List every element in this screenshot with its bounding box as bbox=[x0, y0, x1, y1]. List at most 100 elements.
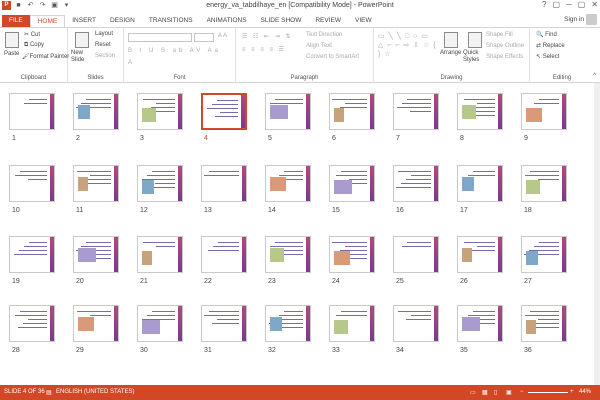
slide-text-line bbox=[282, 327, 303, 328]
font-size-input[interactable] bbox=[194, 33, 214, 42]
slide-thumbnail[interactable] bbox=[329, 93, 375, 130]
help-button[interactable]: ? bbox=[542, 0, 546, 9]
slide-thumbnail[interactable] bbox=[521, 305, 567, 342]
tab-transitions[interactable]: TRANSITIONS bbox=[142, 15, 200, 27]
shape-outline-button[interactable]: Shape Outline bbox=[486, 43, 524, 49]
tab-view[interactable]: VIEW bbox=[348, 15, 379, 27]
slide-thumbnail[interactable] bbox=[9, 305, 55, 342]
tab-review[interactable]: REVIEW bbox=[308, 15, 348, 27]
slide-thumbnail[interactable] bbox=[265, 93, 311, 130]
maximize-button[interactable]: ▢ bbox=[578, 0, 586, 9]
slide-thumbnail[interactable] bbox=[329, 236, 375, 273]
slide-thumbnail[interactable] bbox=[457, 165, 503, 202]
arrange-button[interactable]: Arrange bbox=[440, 50, 461, 56]
slide-thumbnail[interactable] bbox=[137, 93, 183, 130]
layout-button[interactable]: Layout bbox=[95, 31, 113, 37]
zoom-out-icon[interactable]: − bbox=[520, 389, 524, 395]
slide-thumbnail[interactable] bbox=[521, 236, 567, 273]
vertical-scrollbar[interactable] bbox=[594, 83, 600, 385]
slide-thumbnail[interactable] bbox=[265, 236, 311, 273]
quick-styles-icon[interactable] bbox=[468, 32, 482, 48]
slide-thumbnail[interactable] bbox=[73, 305, 119, 342]
copy-button[interactable]: ⧉ Copy bbox=[24, 42, 44, 49]
slide-thumbnail[interactable] bbox=[73, 165, 119, 202]
slide-number: 30 bbox=[140, 347, 148, 354]
slide-thumbnail[interactable] bbox=[521, 93, 567, 130]
close-button[interactable]: ✕ bbox=[591, 0, 598, 9]
avatar[interactable] bbox=[586, 14, 597, 25]
slide-thumbnail[interactable] bbox=[201, 93, 247, 130]
view-slideshow-icon[interactable]: ▣ bbox=[506, 389, 512, 396]
slide-thumbnail[interactable] bbox=[265, 165, 311, 202]
slide-thumbnail[interactable] bbox=[393, 305, 439, 342]
find-button[interactable]: 🔍 Find bbox=[536, 31, 557, 38]
sign-in-link[interactable]: Sign in bbox=[564, 16, 584, 23]
slide-thumbnail[interactable] bbox=[393, 165, 439, 202]
slide-thumbnail[interactable] bbox=[393, 93, 439, 130]
tab-animations[interactable]: ANIMATIONS bbox=[200, 15, 254, 27]
font-color-icon[interactable]: A bbox=[128, 60, 132, 66]
slide-thumbnail[interactable] bbox=[457, 236, 503, 273]
zoom-in-icon[interactable]: + bbox=[570, 389, 574, 395]
list-buttons[interactable]: ☰ ☷ ⇤ ⇥ ⇅ bbox=[242, 33, 293, 40]
slide-thumbnail[interactable] bbox=[265, 305, 311, 342]
minimize-button[interactable]: ─ bbox=[566, 0, 572, 9]
slide-thumbnail[interactable] bbox=[457, 93, 503, 130]
select-button[interactable]: ↖ Select bbox=[536, 53, 559, 60]
slide-thumbnail[interactable] bbox=[137, 305, 183, 342]
slide-thumbnail[interactable] bbox=[137, 165, 183, 202]
slide-thumbnail[interactable] bbox=[137, 236, 183, 273]
align-text-button[interactable]: Align Text bbox=[306, 43, 332, 49]
quick-styles-button[interactable]: Quick Styles bbox=[463, 50, 485, 64]
slide-thumbnail[interactable] bbox=[9, 93, 55, 130]
arrange-icon[interactable] bbox=[444, 32, 458, 48]
shapes-gallery[interactable]: ▭ ╲ ╲ □ ○ ▭ △ ⌐ ⌐ ⇨ ⇩ ☆ { } ☆ bbox=[378, 32, 438, 59]
zoom-level[interactable]: 44% bbox=[579, 389, 591, 395]
new-slide-icon[interactable] bbox=[75, 32, 89, 48]
view-normal-icon[interactable]: ▭ bbox=[470, 389, 476, 396]
section-button[interactable]: Section bbox=[95, 53, 115, 59]
slide-thumbnail[interactable] bbox=[9, 165, 55, 202]
reset-button[interactable]: Reset bbox=[95, 42, 111, 48]
cut-button[interactable]: ✂ Cut bbox=[24, 31, 40, 38]
align-buttons[interactable]: ≡ ≡ ≡ ≡ ☰ bbox=[242, 46, 286, 53]
slide-text-line bbox=[14, 254, 47, 255]
tab-insert[interactable]: INSERT bbox=[65, 15, 103, 27]
slide-thumbnail[interactable] bbox=[201, 165, 247, 202]
slide-thumbnail[interactable] bbox=[521, 165, 567, 202]
slide-text-line bbox=[28, 319, 47, 320]
slide-thumbnail[interactable] bbox=[9, 236, 55, 273]
font-style-buttons[interactable]: B I U S ab AV Aa bbox=[128, 48, 221, 54]
slide-thumbnail[interactable] bbox=[393, 236, 439, 273]
view-sorter-icon[interactable]: ▦ bbox=[482, 389, 488, 396]
slide-thumbnail[interactable] bbox=[201, 305, 247, 342]
text-direction-button[interactable]: Text Direction bbox=[306, 32, 342, 38]
tab-home[interactable]: HOME bbox=[29, 15, 66, 27]
new-slide-button[interactable]: New Slide bbox=[71, 50, 95, 64]
format-painter-button[interactable]: 🖌Format Painter bbox=[22, 53, 69, 60]
slide-thumbnail[interactable] bbox=[329, 165, 375, 202]
shape-fill-button[interactable]: Shape Fill bbox=[486, 32, 513, 38]
zoom-slider[interactable] bbox=[528, 392, 568, 393]
convert-smartart-button[interactable]: Convert to SmartArt bbox=[306, 54, 359, 60]
grow-font-icon[interactable]: A A bbox=[218, 33, 227, 39]
font-name-input[interactable] bbox=[128, 33, 192, 42]
tab-slide-show[interactable]: SLIDE SHOW bbox=[254, 15, 309, 27]
slide-thumbnail[interactable] bbox=[201, 236, 247, 273]
spelling-icon[interactable]: ▤ bbox=[46, 389, 52, 396]
tab-file[interactable]: FILE bbox=[2, 15, 30, 27]
ribbon-display-button[interactable]: ▢ bbox=[553, 0, 561, 9]
language-indicator[interactable]: ENGLISH (UNITED STATES) bbox=[56, 389, 134, 395]
view-reading-icon[interactable]: ▯ bbox=[494, 389, 497, 396]
paste-icon[interactable] bbox=[5, 32, 19, 48]
tab-design[interactable]: DESIGN bbox=[103, 15, 142, 27]
slide-thumbnail[interactable] bbox=[73, 236, 119, 273]
replace-button[interactable]: ⇄ Replace bbox=[536, 42, 565, 49]
select-label: Select bbox=[542, 54, 560, 60]
slide-thumbnail[interactable] bbox=[329, 305, 375, 342]
paste-button[interactable]: Paste bbox=[4, 51, 19, 57]
collapse-ribbon-icon[interactable]: ^ bbox=[593, 73, 596, 79]
slide-thumbnail[interactable] bbox=[457, 305, 503, 342]
slide-thumbnail[interactable] bbox=[73, 93, 119, 130]
shape-effects-button[interactable]: Shape Effects bbox=[486, 54, 523, 60]
